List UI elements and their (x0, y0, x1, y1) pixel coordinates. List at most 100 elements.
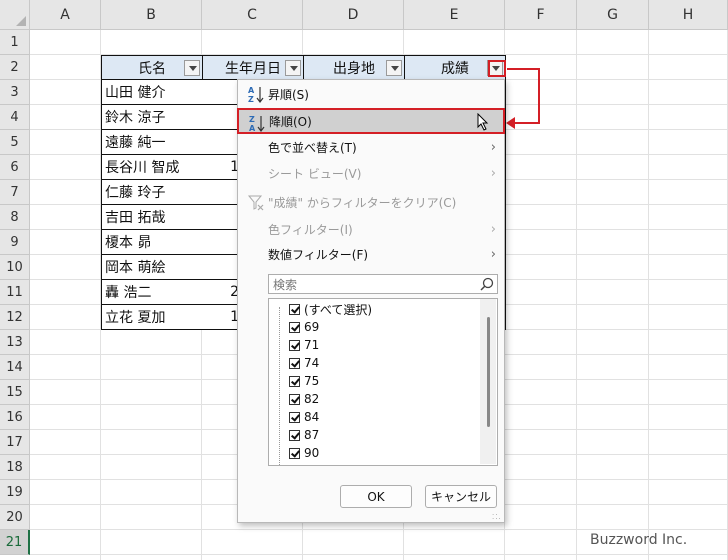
header-name-label: 氏名 (138, 60, 166, 77)
column-header-g[interactable]: G (577, 0, 649, 30)
checkbox[interactable] (289, 339, 300, 351)
row-header-18[interactable]: 18 (0, 455, 30, 480)
list-item[interactable]: 82 (289, 390, 319, 408)
list-item[interactable]: 84 (289, 408, 319, 426)
clear-filter-label: "成績" からフィルターをクリア(C) (268, 195, 457, 210)
filter-dropdown-birthplace[interactable] (386, 60, 402, 76)
header-birthdate-label: 生年月日 (225, 60, 281, 77)
grid-line (30, 529, 728, 530)
search-placeholder: 検索 (273, 277, 298, 292)
list-item-select-all[interactable]: (すべて選択) (289, 300, 372, 318)
cell-name[interactable]: 轟 浩二 (101, 280, 203, 305)
sort-by-color-label: 色で並べ替え(T) (268, 140, 357, 155)
svg-text:Z: Z (248, 95, 254, 104)
row-header-3[interactable]: 3 (0, 80, 30, 105)
row-header-14[interactable]: 14 (0, 355, 30, 380)
list-scroll-thumb[interactable] (487, 317, 490, 427)
svg-text:Z: Z (249, 115, 255, 124)
row-header-6[interactable]: 6 (0, 155, 30, 180)
search-input[interactable]: 検索 (268, 274, 498, 294)
row-header-21[interactable]: 21 (0, 530, 30, 555)
column-header-f[interactable]: F (505, 0, 577, 30)
column-header-c[interactable]: C (202, 0, 303, 30)
row-header-11[interactable]: 11 (0, 280, 30, 305)
list-item[interactable]: 69 (289, 318, 319, 336)
chevron-right-icon: › (490, 247, 496, 262)
highlight-box-dropdown (488, 60, 506, 77)
cell-name[interactable]: 立花 夏加 (101, 305, 203, 330)
list-item-label: (すべて選択) (304, 302, 373, 317)
column-header-b[interactable]: B (101, 0, 202, 30)
cancel-button[interactable]: キャンセル (425, 485, 497, 508)
row-header-19[interactable]: 19 (0, 480, 30, 505)
row-header-9[interactable]: 9 (0, 230, 30, 255)
column-header-h[interactable]: H (649, 0, 728, 30)
cell-name[interactable]: 吉田 拓哉 (101, 205, 203, 230)
list-item[interactable]: 90 (289, 444, 319, 462)
checkbox[interactable] (289, 393, 300, 405)
column-header-a[interactable]: A (30, 0, 101, 30)
cell-name[interactable]: 長谷川 智成 (101, 155, 203, 180)
row-header-7[interactable]: 7 (0, 180, 30, 205)
list-item-label: 75 (304, 374, 320, 388)
menu-sort-descending[interactable]: Z A 降順(O) (237, 108, 505, 134)
checkbox[interactable] (289, 321, 300, 333)
cell-name[interactable]: 鈴木 涼子 (101, 105, 203, 130)
cell-name[interactable]: 山田 健介 (101, 80, 203, 105)
checkbox[interactable] (289, 303, 300, 315)
cell-name[interactable]: 岡本 萌絵 (101, 255, 203, 280)
list-item[interactable]: 87 (289, 426, 319, 444)
column-header-e[interactable]: E (404, 0, 505, 30)
row-header-1[interactable]: 1 (0, 30, 30, 55)
row-header-10[interactable]: 10 (0, 255, 30, 280)
cell-name[interactable]: 榎本 昴 (101, 230, 203, 255)
ok-button[interactable]: OK (340, 485, 412, 508)
menu-sheet-view: シート ビュー(V) › (238, 160, 504, 186)
list-item[interactable]: 75 (289, 372, 319, 390)
filter-menu: A Z 昇順(S) Z A 降順(O) 色で並べ替え(T) › シート ビュー(… (237, 79, 505, 523)
cell-name[interactable]: 仁藤 玲子 (101, 180, 203, 205)
row-header-13[interactable]: 13 (0, 330, 30, 355)
row-header-20[interactable]: 20 (0, 505, 30, 530)
menu-sort-ascending[interactable]: A Z 昇順(S) (238, 81, 504, 107)
filter-dropdown-name[interactable] (184, 60, 200, 76)
checkbox[interactable] (289, 411, 300, 423)
list-item[interactable]: 71 (289, 336, 319, 354)
checkbox[interactable] (289, 357, 300, 369)
row-header-2[interactable]: 2 (0, 55, 30, 80)
header-name: 氏名 (101, 55, 203, 80)
annotation-arrow-line (538, 68, 540, 124)
grid-line (648, 30, 649, 560)
column-header-d[interactable]: D (303, 0, 404, 30)
grid-line (30, 554, 728, 555)
number-filter-label: 数値フィルター(F) (268, 247, 369, 262)
row-header-8[interactable]: 8 (0, 205, 30, 230)
checkbox[interactable] (289, 375, 300, 387)
row-header-15[interactable]: 15 (0, 380, 30, 405)
filter-dropdown-birthdate[interactable] (285, 60, 301, 76)
row-header-17[interactable]: 17 (0, 430, 30, 455)
menu-sort-by-color[interactable]: 色で並べ替え(T) › (238, 134, 504, 160)
checkbox[interactable] (289, 429, 300, 441)
row-header-4[interactable]: 4 (0, 105, 30, 130)
row-header-5[interactable]: 5 (0, 130, 30, 155)
cancel-button-label: キャンセル (430, 490, 491, 504)
row-header-12[interactable]: 12 (0, 305, 30, 330)
list-item-label: 69 (304, 320, 320, 334)
ok-button-label: OK (367, 489, 385, 504)
list-item-label: 90 (304, 446, 320, 460)
resize-grip[interactable]: ·· ··· (492, 512, 502, 523)
header-birthplace: 出身地 (303, 55, 405, 80)
list-item[interactable]: 74 (289, 354, 319, 372)
tree-connector (279, 307, 280, 465)
menu-number-filter[interactable]: 数値フィルター(F) › (238, 241, 504, 267)
checkbox[interactable] (289, 447, 300, 459)
chevron-right-icon: › (490, 222, 496, 237)
search-icon (480, 277, 494, 291)
select-all-corner[interactable] (0, 0, 30, 30)
header-birthplace-label: 出身地 (333, 60, 375, 77)
color-filter-label: 色フィルター(I) (268, 222, 353, 237)
clear-filter-icon (247, 195, 264, 211)
cell-name[interactable]: 遠藤 純一 (101, 130, 203, 155)
row-header-16[interactable]: 16 (0, 405, 30, 430)
